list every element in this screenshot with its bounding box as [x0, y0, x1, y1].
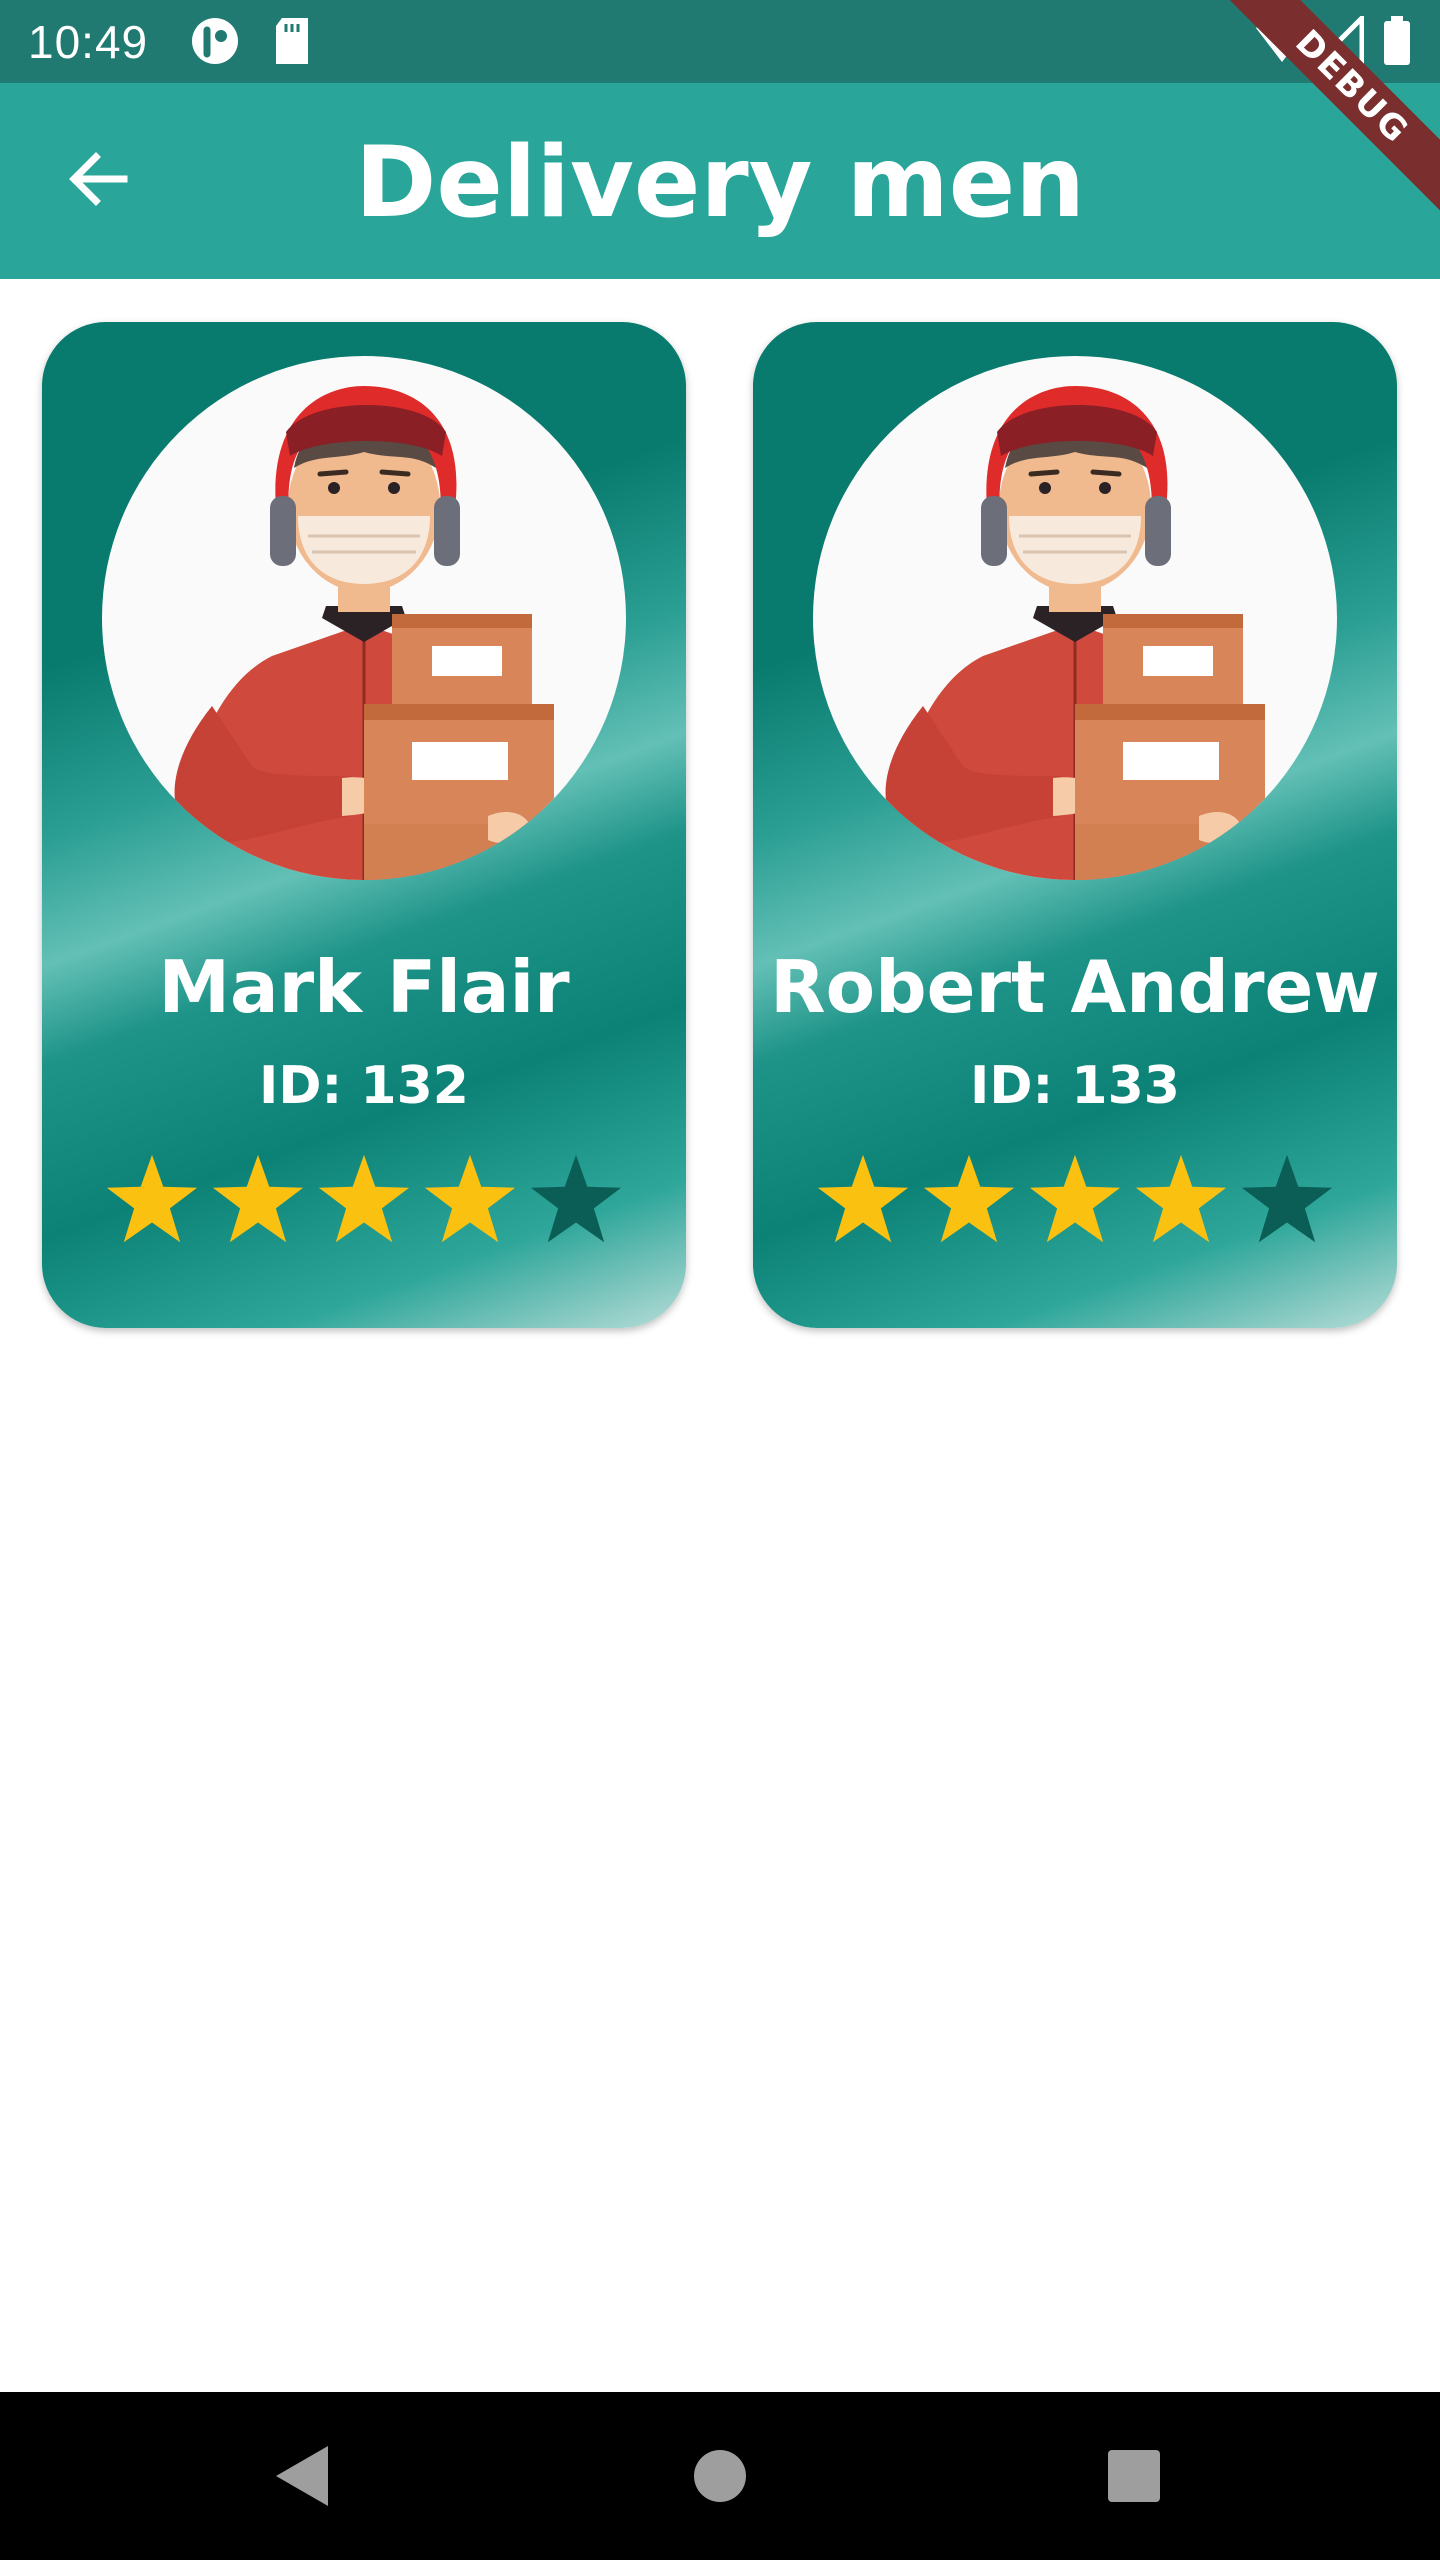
navigation-bar [0, 2392, 1440, 2560]
star-filled-icon [424, 1154, 516, 1243]
delivery-man-id: ID: 133 [970, 1056, 1180, 1116]
status-time: 10:49 [28, 16, 149, 68]
recents-square-icon[interactable] [1094, 2436, 1174, 2516]
delivery-man-card[interactable]: Robert Andrew ID: 133 [753, 322, 1397, 1328]
delivery-man-avatar [813, 356, 1337, 880]
app-notification-icon [190, 16, 240, 70]
home-circle-icon[interactable] [680, 2436, 760, 2516]
battery-icon [1382, 16, 1412, 70]
star-filled-icon [106, 1154, 198, 1243]
rating-stars [42, 1152, 686, 1248]
rating-stars [753, 1152, 1397, 1248]
star-filled-icon [1135, 1154, 1227, 1243]
star-filled-icon [318, 1154, 410, 1243]
back-triangle-icon[interactable] [262, 2436, 342, 2516]
star-filled-icon [1029, 1154, 1121, 1243]
delivery-man-avatar [102, 356, 626, 880]
star-filled-icon [817, 1154, 909, 1243]
delivery-man-id: ID: 132 [259, 1056, 469, 1116]
star-filled-icon [212, 1154, 304, 1243]
page-title: Delivery men [354, 126, 1086, 240]
delivery-man-card[interactable]: Mark Flair ID: 132 [42, 322, 686, 1328]
delivery-man-name: Mark Flair [158, 945, 570, 1029]
delivery-man-name: Robert Andrew [770, 945, 1380, 1029]
app-bar: Delivery men [0, 83, 1440, 279]
status-bar: 10:49 [0, 0, 1440, 83]
star-empty-icon [530, 1154, 622, 1243]
sd-card-icon [272, 16, 312, 70]
star-empty-icon [1241, 1154, 1333, 1243]
star-filled-icon [923, 1154, 1015, 1243]
